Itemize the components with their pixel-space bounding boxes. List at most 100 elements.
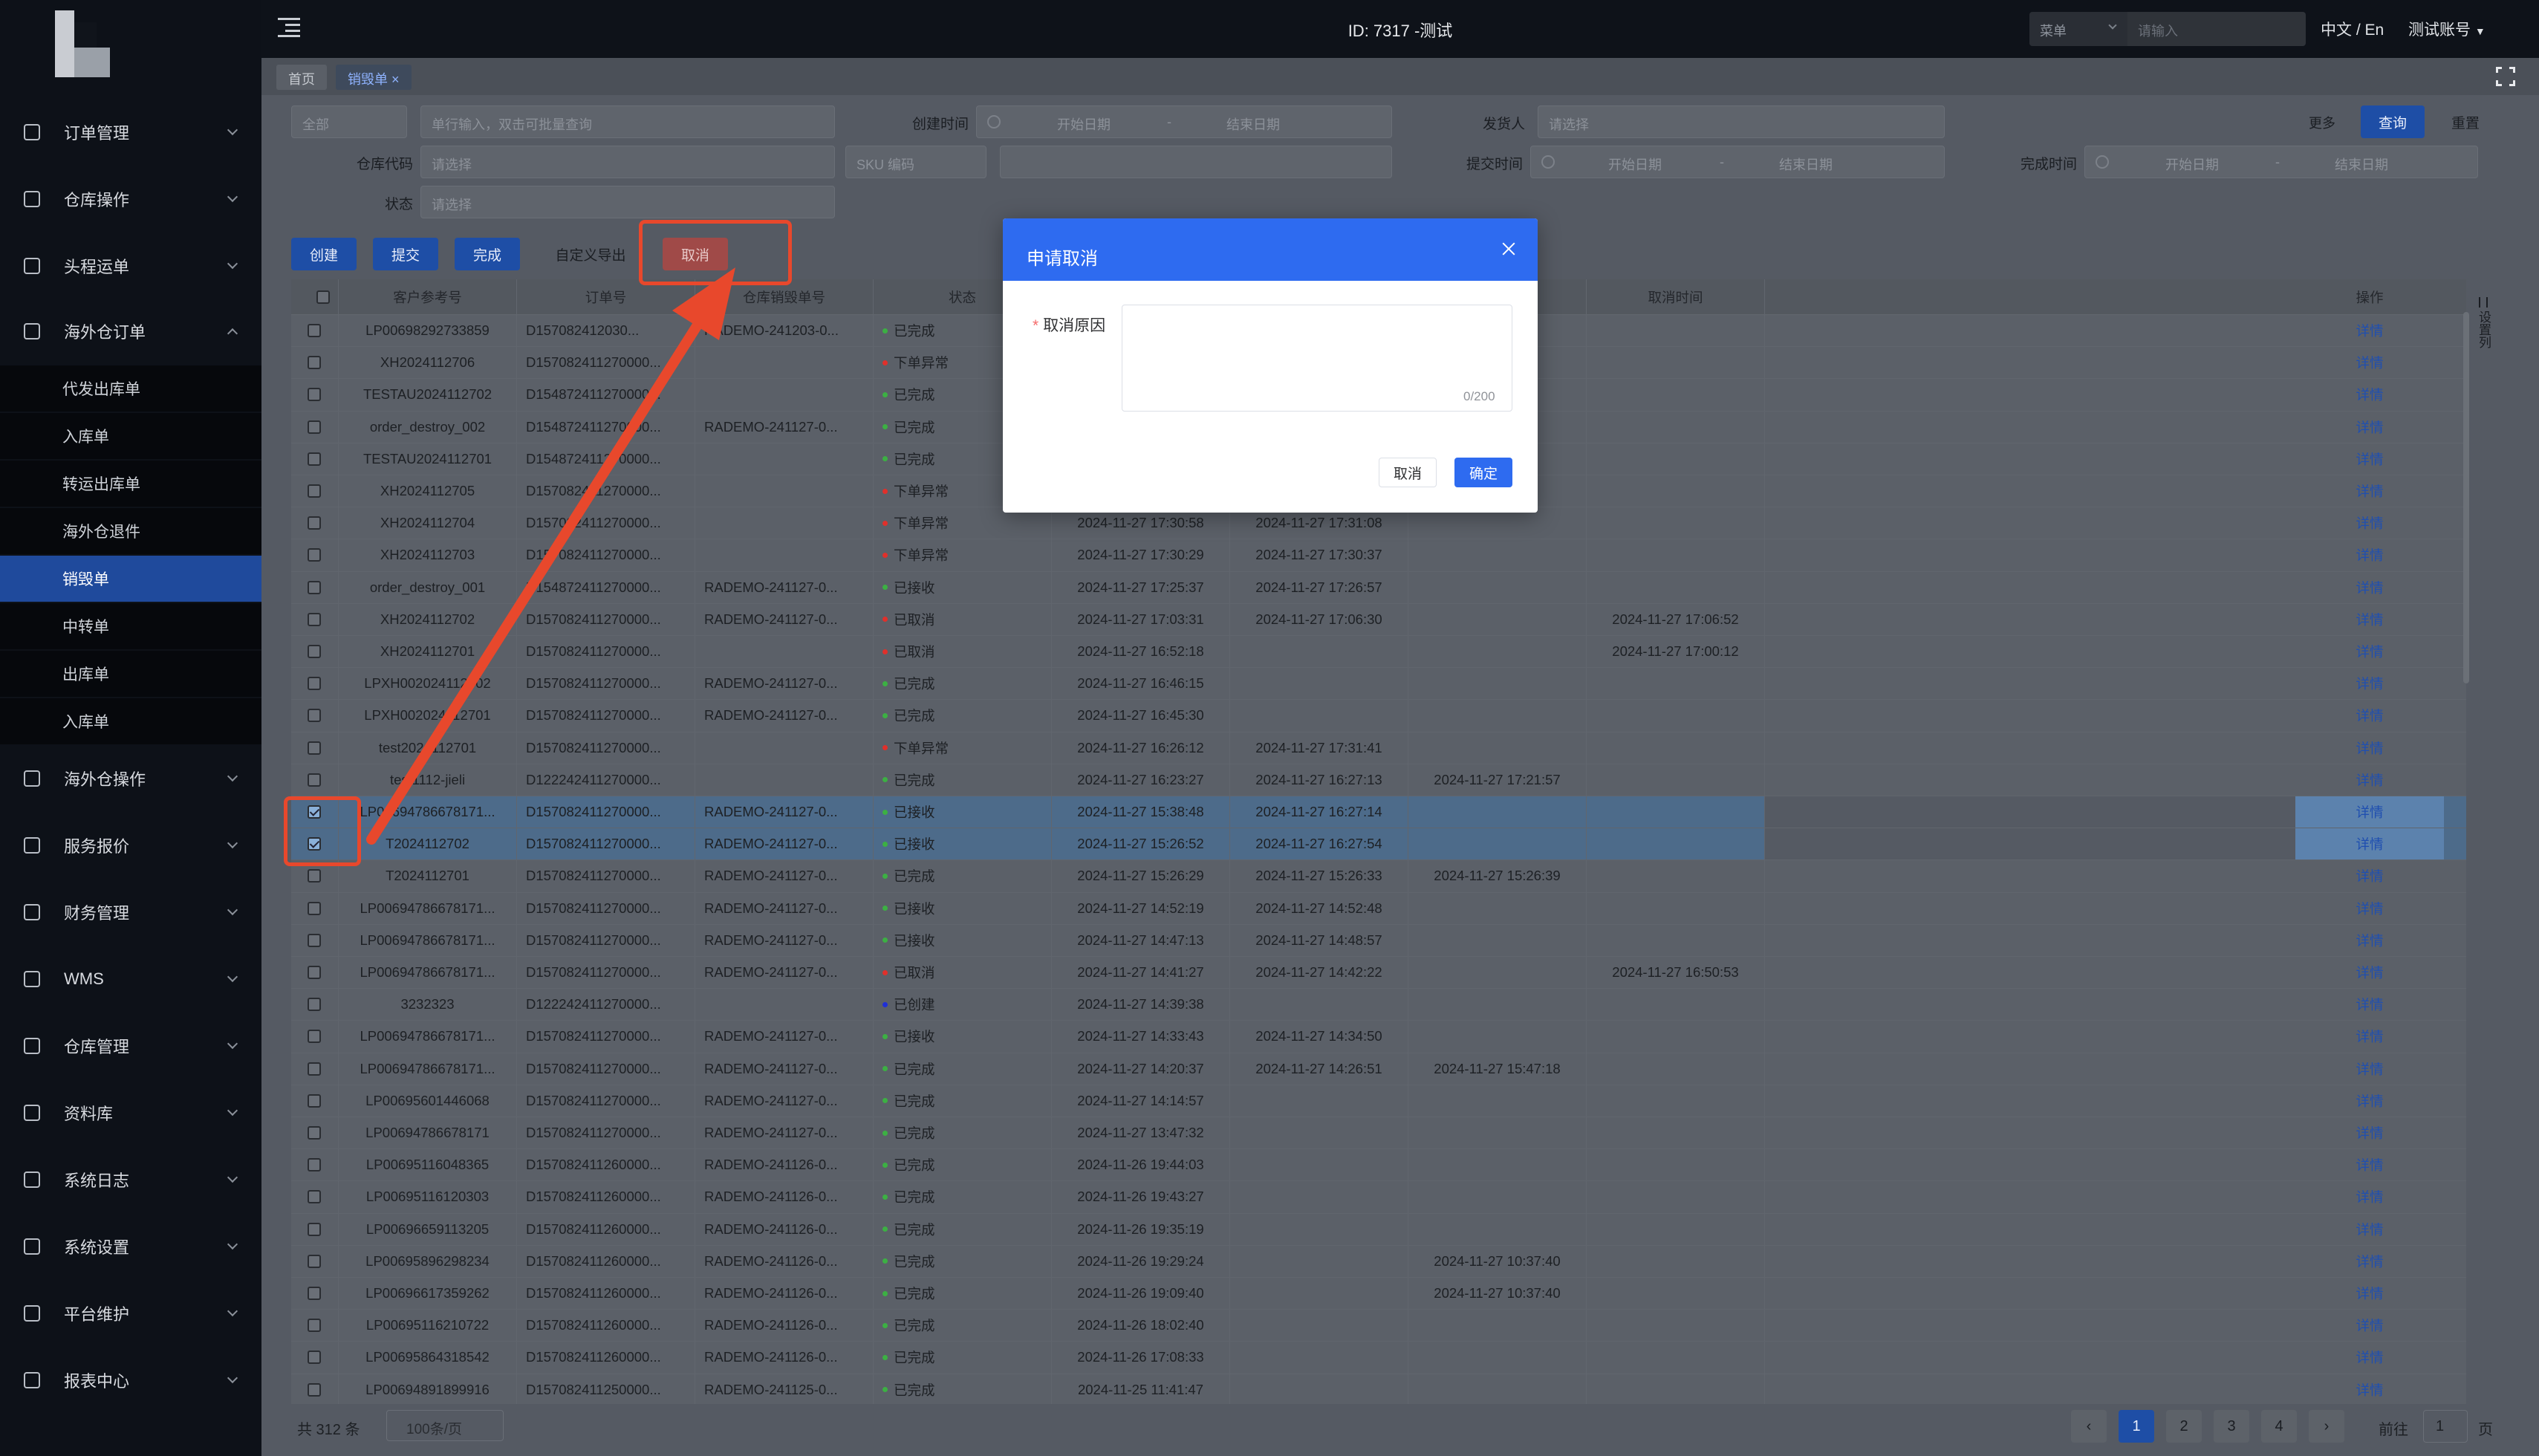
table-row[interactable]: LP00695601446068 D157082411270000... RADEM…	[291, 1085, 2466, 1117]
row-checkbox[interactable]	[308, 869, 321, 883]
detail-link[interactable]: 详情	[2356, 899, 2383, 918]
detail-link[interactable]: 详情	[2356, 417, 2383, 437]
table-row[interactable]: XH2024112701 D157082411270000... 已取消 2024-1…	[291, 636, 2466, 669]
row-checkbox[interactable]	[308, 580, 321, 594]
detail-link[interactable]: 详情	[2356, 1187, 2383, 1206]
row-checkbox[interactable]	[308, 1254, 321, 1268]
page-2[interactable]: 2	[2166, 1410, 2202, 1443]
detail-link[interactable]: 详情	[2356, 1252, 2383, 1271]
sidebar-menu-item[interactable]: 仓库管理	[0, 1024, 261, 1068]
table-row[interactable]: LP00694786678171... D157082411270000... RA…	[291, 924, 2466, 957]
detail-link[interactable]: 详情	[2356, 770, 2383, 790]
table-row[interactable]: T2024112702 D157082411270000... RADEMO-241…	[291, 828, 2466, 861]
goto-page-input[interactable]: 1	[2423, 1410, 2468, 1443]
table-row[interactable]: order_destroy_001 D154872411270000... RADE…	[291, 571, 2466, 604]
sidebar-subitem[interactable]: 入库单	[0, 698, 261, 744]
prev-page-button[interactable]: ‹	[2071, 1410, 2107, 1443]
detail-link[interactable]: 详情	[2356, 834, 2383, 854]
row-checkbox[interactable]	[308, 484, 321, 498]
sidebar-subitem[interactable]: 中转单	[0, 603, 261, 649]
tab-destroy-order[interactable]: 销毁单 ×	[336, 65, 412, 90]
table-row[interactable]: LPXH002024112701 D157082411270000... RADEM…	[291, 700, 2466, 732]
more-filters[interactable]: 更多	[2309, 113, 2335, 132]
table-row[interactable]: test1112-jieli D122242411270000... 已完成 2024…	[291, 764, 2466, 796]
sidebar-menu-item[interactable]: 资料库	[0, 1091, 261, 1135]
create-button[interactable]: 创建	[291, 238, 357, 270]
row-checkbox[interactable]	[308, 516, 321, 530]
row-checkbox[interactable]	[308, 1382, 321, 1397]
sidebar-menu-item[interactable]: 订单管理	[0, 110, 261, 155]
detail-link[interactable]: 详情	[2356, 963, 2383, 982]
table-row[interactable]: LP00695116120303 D157082411260000... RADEM…	[291, 1181, 2466, 1214]
table-row[interactable]: LP00696617359262 D157082411260000... RADEM…	[291, 1278, 2466, 1310]
row-checkbox[interactable]	[308, 677, 321, 691]
sidebar-menu-item[interactable]: 海外仓订单	[0, 309, 261, 354]
row-checkbox[interactable]	[308, 356, 321, 370]
detail-link[interactable]: 详情	[2356, 802, 2383, 822]
detail-link[interactable]: 详情	[2356, 1380, 2383, 1400]
fullscreen-icon[interactable]	[2496, 67, 2515, 86]
row-checkbox[interactable]	[308, 1030, 321, 1044]
row-checkbox[interactable]	[308, 548, 321, 562]
sidebar-subitem[interactable]: 转运出库单	[0, 461, 261, 507]
sidebar-menu-item[interactable]: 服务报价	[0, 823, 261, 868]
sidebar-menu-item[interactable]: 海外仓操作	[0, 756, 261, 801]
language-switch[interactable]: 中文 / En	[2321, 18, 2384, 40]
table-row[interactable]: LP00694786678171... D157082411270000... RA…	[291, 1053, 2466, 1085]
scope-select[interactable]: 全部	[291, 105, 407, 138]
row-checkbox[interactable]	[308, 388, 321, 402]
table-row[interactable]: LP00694891899916 D157082411250000... RADEM…	[291, 1374, 2466, 1404]
sidebar-menu-item[interactable]: 仓库操作	[0, 177, 261, 221]
table-scrollbar[interactable]	[2463, 312, 2469, 683]
table-row[interactable]: LP00696659113205 D157082411260000... RADEM…	[291, 1213, 2466, 1246]
tab-home[interactable]: 首页	[276, 65, 327, 90]
detail-link[interactable]: 详情	[2356, 866, 2383, 885]
created-date-range[interactable]: 开始日期 - 结束日期	[976, 105, 1392, 138]
table-row[interactable]: LP00694786678171... D157082411270000... RA…	[291, 1021, 2466, 1053]
sidebar-subitem[interactable]: 出库单	[0, 651, 261, 697]
submit-date-range[interactable]: 开始日期 - 结束日期	[1530, 146, 1945, 178]
table-row[interactable]: LP00695116048365 D157082411260000... RADEM…	[291, 1149, 2466, 1182]
sidebar-menu-item[interactable]: 头程运单	[0, 244, 261, 288]
row-checkbox[interactable]	[308, 452, 321, 466]
sidebar-subitem[interactable]: 入库单	[0, 413, 261, 459]
table-row[interactable]: LP00695864318542 D157082411260000... RADEM…	[291, 1342, 2466, 1374]
column-settings[interactable]: 设置列	[2474, 297, 2493, 379]
row-checkbox[interactable]	[308, 709, 321, 723]
shipper-select[interactable]: 请选择	[1538, 105, 1945, 138]
table-row[interactable]: LP00694786678171... D157082411270000... RA…	[291, 796, 2466, 829]
sidebar-subitem[interactable]: 代发出库单	[0, 365, 261, 412]
sidebar-menu-item[interactable]: 系统日志	[0, 1157, 261, 1202]
sku-type-select[interactable]: SKU 编码	[845, 146, 986, 178]
table-row[interactable]: T2024112701 D157082411270000... RADEMO-241…	[291, 860, 2466, 893]
detail-link[interactable]: 详情	[2356, 1059, 2383, 1079]
dialog-confirm-button[interactable]: 确定	[1454, 458, 1512, 487]
keyword-input[interactable]: 单行输入，双击可批量查询	[420, 105, 835, 138]
row-checkbox[interactable]	[308, 741, 321, 755]
custom-export-button[interactable]: 自定义导出	[542, 238, 639, 270]
detail-link[interactable]: 详情	[2356, 1155, 2383, 1174]
row-checkbox[interactable]	[308, 645, 321, 659]
row-checkbox[interactable]	[308, 1158, 321, 1172]
complete-button[interactable]: 完成	[455, 238, 520, 270]
detail-link[interactable]: 详情	[2356, 1316, 2383, 1335]
detail-link[interactable]: 详情	[2356, 642, 2383, 661]
dialog-cancel-button[interactable]: 取消	[1379, 458, 1437, 487]
sidebar-menu-item[interactable]: 财务管理	[0, 890, 261, 935]
detail-link[interactable]: 详情	[2356, 353, 2383, 372]
detail-link[interactable]: 详情	[2356, 931, 2383, 950]
detail-link[interactable]: 详情	[2356, 674, 2383, 693]
table-row[interactable]: LP00695116210722 D157082411260000... RADEM…	[291, 1310, 2466, 1342]
detail-link[interactable]: 详情	[2356, 578, 2383, 597]
sidebar-menu-item[interactable]: 系统设置	[0, 1224, 261, 1269]
detail-link[interactable]: 详情	[2356, 738, 2383, 758]
detail-link[interactable]: 详情	[2356, 513, 2383, 533]
detail-link[interactable]: 详情	[2356, 706, 2383, 725]
sidebar-subitem[interactable]: 海外仓退件	[0, 508, 261, 554]
row-checkbox[interactable]	[308, 324, 321, 338]
detail-link[interactable]: 详情	[2356, 610, 2383, 629]
row-checkbox[interactable]	[308, 1287, 321, 1301]
detail-link[interactable]: 详情	[2356, 1220, 2383, 1239]
page-1[interactable]: 1	[2119, 1410, 2154, 1443]
select-all-checkbox[interactable]	[316, 290, 330, 304]
